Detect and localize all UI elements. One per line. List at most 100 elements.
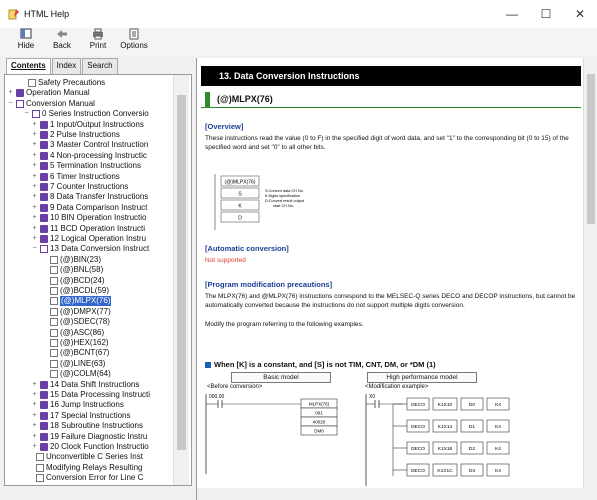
after-ladder-diagram: X0 DECO K1X10 D0 K4 DECO K1X14 D1 K4 DECO K1X18 D2… <box>365 394 510 486</box>
tree-item[interactable]: +4 Non-processing Instructic <box>31 151 147 161</box>
tree-vertical-scrollbar[interactable] <box>173 75 189 485</box>
collapse-icon[interactable]: − <box>7 99 14 109</box>
tree-item[interactable]: Modifying Relays Resulting <box>27 463 143 473</box>
tree-item[interactable]: Unconvertible C Series Inst <box>27 452 143 462</box>
tree-item[interactable]: +6 Timer Instructions <box>31 172 120 182</box>
collapse-icon[interactable]: − <box>23 109 30 119</box>
auto-conversion-heading: [Automatic conversion] <box>205 244 289 253</box>
tree-item[interactable]: (@)SDEC(78) <box>41 317 110 327</box>
tree-item[interactable]: (@)DMPX(77) <box>41 307 111 317</box>
tree-item-label: (@)BCNT(67) <box>60 348 110 358</box>
tree-item[interactable]: (@)BCD(24) <box>41 276 105 286</box>
book-icon <box>40 151 48 160</box>
tree-item[interactable]: +16 Jump Instructions <box>31 400 124 410</box>
expand-icon[interactable]: + <box>31 380 38 390</box>
tree-item[interactable]: + Operation Manual <box>7 88 90 98</box>
tree-item[interactable]: +9 Data Comparison Instruct <box>31 203 147 213</box>
expand-icon[interactable]: + <box>31 432 38 442</box>
expand-icon[interactable]: + <box>31 151 38 161</box>
tree-item[interactable]: +15 Data Processing Instructi <box>31 390 150 400</box>
tree-item[interactable]: +11 BCD Operation Instructi <box>31 224 145 234</box>
tree-item[interactable]: +20 Clock Function Instructio <box>31 442 149 452</box>
tab-search[interactable]: Search <box>82 58 118 74</box>
tree-item[interactable]: +18 Subroutine Instructions <box>31 421 143 431</box>
tree-item[interactable]: +17 Special Instructions <box>31 411 131 421</box>
tree-item[interactable]: − Conversion Manual <box>7 99 95 109</box>
tree-item[interactable]: +3 Master Control Instruction <box>31 140 148 150</box>
content-vertical-scrollbar[interactable] <box>583 58 597 488</box>
options-button[interactable]: Options <box>116 28 152 50</box>
expand-icon[interactable]: + <box>31 390 38 400</box>
after-cell-text: D3 <box>469 468 475 474</box>
diagram-note: S:Convert data CH No. <box>265 189 304 193</box>
tree-item[interactable]: − 13 Data Conversion Instruct <box>31 244 149 254</box>
tree-item[interactable]: (@)HEX(162) <box>41 338 109 348</box>
expand-icon[interactable]: + <box>31 234 38 244</box>
after-cell-text: K1X1C <box>437 468 453 474</box>
expand-icon[interactable]: + <box>31 130 38 140</box>
expand-icon[interactable]: + <box>31 442 38 452</box>
tree-item[interactable]: +14 Data Shift Instructions <box>31 380 139 390</box>
tree-item[interactable]: +5 Termination Instructions <box>31 161 141 171</box>
tree-item[interactable]: +7 Counter Instructions <box>31 182 128 192</box>
tree-horizontal-scrollbar[interactable] <box>4 486 192 498</box>
tree-item[interactable]: +12 Logical Operation Instru <box>31 234 146 244</box>
tree-item-label: 12 Logical Operation Instru <box>50 234 147 243</box>
tree-item-label: 11 BCD Operation Instructi <box>50 223 146 233</box>
after-cell-text: K4 <box>495 468 501 474</box>
expand-icon[interactable]: + <box>31 161 38 171</box>
expand-icon[interactable]: + <box>31 224 38 234</box>
book-icon <box>40 380 48 389</box>
content-scroll-thumb[interactable] <box>587 74 595 224</box>
tree-item[interactable]: (@)LINE(63) <box>41 359 105 369</box>
tree-item[interactable]: (@)BCDL(59) <box>41 286 109 296</box>
tree-item[interactable]: − 0 Series Instruction Conversio <box>23 109 149 119</box>
expand-icon[interactable]: + <box>31 411 38 421</box>
tree-item[interactable]: (@)BCNT(67) <box>41 348 109 358</box>
tree-scroll-thumb[interactable] <box>177 95 186 450</box>
tab-contents[interactable]: Contents <box>6 58 51 74</box>
print-button[interactable]: Print <box>80 28 116 50</box>
tree-item[interactable]: +1 Input/Output Instructions <box>31 120 144 130</box>
expand-icon[interactable]: + <box>31 192 38 202</box>
expand-icon[interactable]: + <box>31 120 38 130</box>
expand-icon[interactable]: + <box>7 88 14 98</box>
expand-icon[interactable]: + <box>31 203 38 213</box>
after-cell-text: K1X10 <box>438 402 453 408</box>
expand-icon[interactable]: + <box>31 172 38 182</box>
collapse-icon[interactable]: − <box>31 244 38 254</box>
back-label: Back <box>53 41 71 50</box>
tree-item[interactable]: Conversion Error for Line C <box>27 473 143 483</box>
close-button[interactable]: ✕ <box>563 0 597 28</box>
expand-icon[interactable]: + <box>31 140 38 150</box>
tab-index[interactable]: Index <box>51 58 82 74</box>
tree-item[interactable]: +8 Data Transfer Instructions <box>31 192 148 202</box>
expand-icon[interactable]: + <box>31 182 38 192</box>
tree-item-label: 4 Non-processing Instructic <box>50 150 147 160</box>
tree-item[interactable]: (@)ASC(86) <box>41 328 104 338</box>
back-icon <box>57 30 67 38</box>
tree-item-label: 14 Data Shift Instructions <box>50 379 140 389</box>
tree-item[interactable]: (@)MLPX(76) <box>41 296 112 307</box>
tree-item[interactable]: (@)COLM(64) <box>41 369 111 379</box>
maximize-button[interactable]: ☐ <box>529 0 563 28</box>
book-icon <box>40 172 48 181</box>
minimize-button[interactable]: — <box>495 0 529 28</box>
expand-icon[interactable]: + <box>31 421 38 431</box>
instruction-diagram: (@)MLPX(76) S K D S:Convert data CH No. … <box>214 174 305 230</box>
expand-icon[interactable]: + <box>31 400 38 410</box>
tree-item[interactable]: +2 Pulse Instructions <box>31 130 120 140</box>
book-icon <box>40 401 48 410</box>
content-horizontal-scrollbar[interactable] <box>197 488 597 500</box>
tree-item[interactable]: +19 Failure Diagnostic Instru <box>31 432 147 442</box>
tree-item[interactable]: +10 BIN Operation Instructio <box>31 213 147 223</box>
hide-button[interactable]: Hide <box>8 28 44 50</box>
tree-item[interactable]: Safety Precautions <box>19 78 105 88</box>
tree-item[interactable]: (@)BNL(58) <box>41 265 103 275</box>
back-button[interactable]: Back <box>44 28 80 50</box>
book-icon <box>40 214 48 223</box>
expand-icon[interactable]: + <box>31 213 38 223</box>
tree-item[interactable]: (@)BIN(23) <box>41 255 101 265</box>
tree-item-label: 20 Clock Function Instructio <box>50 442 149 451</box>
page-icon <box>50 276 58 285</box>
